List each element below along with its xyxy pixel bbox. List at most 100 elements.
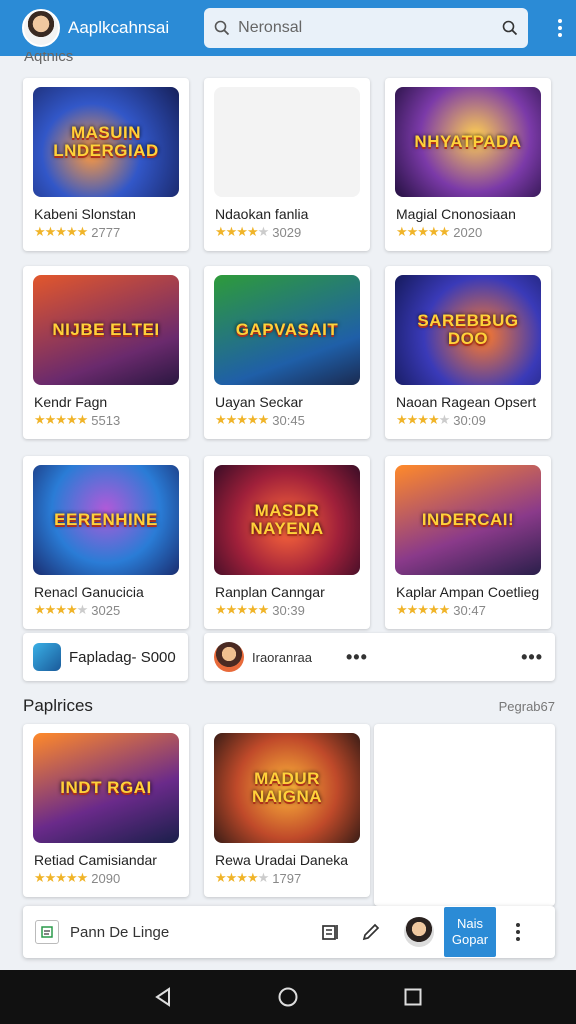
user-avatar-small[interactable] bbox=[404, 917, 434, 947]
thumbnail-title: EERENHINE bbox=[54, 510, 158, 530]
app-icon bbox=[33, 643, 61, 671]
more-options-icon[interactable]: ••• bbox=[346, 647, 368, 668]
app-bar: Aaplkcahnsai bbox=[0, 0, 576, 56]
rating-count: 2090 bbox=[91, 870, 121, 886]
game-name: Ndaokan fanlia bbox=[215, 206, 309, 222]
document-icon[interactable] bbox=[35, 920, 59, 944]
thumbnail-title: NHYATPADA bbox=[414, 132, 522, 152]
thumbnail-title: INDERCAI! bbox=[421, 510, 515, 530]
thumbnail-title: MASUIN LNDERGIAD bbox=[53, 123, 159, 160]
thumbnail-title: SAREBBUG DOO bbox=[417, 311, 519, 348]
thumbnail-title: NIJBE ELTEI bbox=[52, 320, 160, 340]
rating-count: 3029 bbox=[272, 224, 302, 240]
rating-row: ★★★★★ 30:09 bbox=[396, 412, 486, 428]
thumbnail-title: MADUR NAIGNA bbox=[251, 769, 323, 806]
section-title: Paplrices bbox=[23, 696, 93, 715]
rating-row: ★★★★★ 2020 bbox=[396, 224, 482, 240]
star-rating-icon: ★★★★★ bbox=[34, 412, 88, 427]
user-avatar[interactable] bbox=[22, 9, 60, 47]
recents-square-icon[interactable] bbox=[402, 986, 424, 1008]
rating-row: ★★★★★ 3025 bbox=[34, 602, 120, 618]
bottom-action-bar: Pann De Linge Nais Gopar bbox=[23, 906, 555, 958]
star-rating-icon: ★★★★★ bbox=[215, 602, 269, 617]
game-card[interactable]: MADUR NAIGNA Rewa Uradai Daneka ★★★★★ 1797 bbox=[204, 724, 370, 897]
rating-count: 5513 bbox=[91, 412, 121, 428]
featured-user-label: Iraoranraa bbox=[252, 649, 312, 665]
section-title-partial: Aqtnics bbox=[24, 52, 74, 65]
kebab-menu-icon[interactable] bbox=[552, 16, 568, 40]
search-bar[interactable] bbox=[204, 8, 529, 48]
thumbnail-title: MASDR NAYENA bbox=[250, 501, 324, 538]
rating-count: 2020 bbox=[453, 224, 483, 240]
bottom-kebab-menu-icon[interactable] bbox=[516, 923, 520, 941]
rating-row: ★★★★★ 30:47 bbox=[396, 602, 486, 618]
rating-count: 30:47 bbox=[453, 602, 486, 618]
rating-count: 30:39 bbox=[272, 602, 305, 618]
star-rating-icon: ★★★★★ bbox=[34, 870, 88, 885]
thumbnail-title: INDT RGAI bbox=[60, 778, 152, 798]
game-card[interactable]: INDT RGAI Retiad Camisiandar ★★★★★ 2090 bbox=[23, 724, 189, 897]
rating-row: ★★★★★ 5513 bbox=[34, 412, 120, 428]
game-thumbnail[interactable]: NIJBE ELTEI bbox=[33, 275, 179, 385]
edit-pencil-icon[interactable] bbox=[360, 921, 382, 943]
game-name: Kaplar Ampan Coetlieg bbox=[396, 584, 540, 600]
game-name: Kendr Fagn bbox=[34, 394, 108, 410]
game-card[interactable]: Ndaokan fanlia ★★★★★ 3029 bbox=[204, 78, 370, 251]
game-name: Magial Cnonosiaan bbox=[396, 206, 516, 222]
featured-strip-left[interactable]: Fapladag- S000 bbox=[23, 633, 188, 681]
search-submit-icon[interactable] bbox=[502, 20, 518, 36]
primary-action-button[interactable]: Nais Gopar bbox=[444, 907, 496, 957]
game-thumbnail[interactable]: NHYATPADA bbox=[395, 87, 541, 197]
rating-count: 2777 bbox=[91, 224, 121, 240]
game-thumbnail[interactable]: GAPVASAIT bbox=[214, 275, 360, 385]
game-thumbnail[interactable]: SAREBBUG DOO bbox=[395, 275, 541, 385]
rating-count: 1797 bbox=[272, 870, 302, 886]
game-thumbnail[interactable]: EERENHINE bbox=[33, 465, 179, 575]
game-name: Ranplan Canngar bbox=[215, 584, 325, 600]
rating-count: 3025 bbox=[91, 602, 121, 618]
rating-count: 30:45 bbox=[272, 412, 305, 428]
search-icon[interactable] bbox=[214, 20, 230, 36]
rating-row: ★★★★★ 1797 bbox=[215, 870, 301, 886]
rating-row: ★★★★★ 3029 bbox=[215, 224, 301, 240]
game-card[interactable]: EERENHINE Renacl Ganucicia ★★★★★ 3025 bbox=[23, 456, 189, 629]
game-card[interactable]: NHYATPADA Magial Cnonosiaan ★★★★★ 2020 bbox=[385, 78, 551, 251]
game-name: Rewa Uradai Daneka bbox=[215, 852, 349, 868]
game-card[interactable]: INDERCAI! Kaplar Ampan Coetlieg ★★★★★ 30:47 bbox=[385, 456, 551, 629]
bottom-bar-label: Pann De Linge bbox=[70, 923, 170, 941]
game-name: Naoan Ragean Opsert bbox=[396, 394, 537, 410]
featured-strip-right[interactable]: Iraoranraa ••• ••• bbox=[204, 633, 555, 681]
library-icon[interactable] bbox=[320, 921, 342, 943]
search-input[interactable] bbox=[238, 19, 503, 37]
avatar bbox=[214, 642, 244, 672]
game-thumbnail[interactable]: MASDR NAYENA bbox=[214, 465, 360, 575]
star-rating-icon: ★★★★★ bbox=[215, 224, 269, 239]
game-thumbnail[interactable]: INDERCAI! bbox=[395, 465, 541, 575]
star-rating-icon: ★★★★★ bbox=[215, 412, 269, 427]
game-card[interactable]: SAREBBUG DOO Naoan Ragean Opsert ★★★★★ 30:0… bbox=[385, 266, 551, 439]
star-rating-icon: ★★★★★ bbox=[396, 224, 450, 239]
game-card[interactable]: MASDR NAYENA Ranplan Canngar ★★★★★ 30:39 bbox=[204, 456, 370, 629]
empty-panel bbox=[374, 724, 555, 906]
system-nav-bar bbox=[0, 970, 576, 1024]
game-thumbnail[interactable]: MADUR NAIGNA bbox=[214, 733, 360, 843]
star-rating-icon: ★★★★★ bbox=[34, 602, 88, 617]
game-card[interactable]: GAPVASAIT Uayan Seckar ★★★★★ 30:45 bbox=[204, 266, 370, 439]
star-rating-icon: ★★★★★ bbox=[396, 602, 450, 617]
game-name: Uayan Seckar bbox=[215, 394, 303, 410]
game-card[interactable]: MASUIN LNDERGIAD Kabeni Slonstan ★★★★★ 2777 bbox=[23, 78, 189, 251]
home-circle-icon[interactable] bbox=[277, 986, 299, 1008]
rating-count: 30:09 bbox=[453, 412, 486, 428]
game-thumbnail[interactable] bbox=[214, 87, 360, 197]
game-thumbnail[interactable]: MASUIN LNDERGIAD bbox=[33, 87, 179, 197]
app-title: Aaplkcahnsai bbox=[68, 18, 170, 37]
back-triangle-icon[interactable] bbox=[152, 986, 174, 1008]
featured-label: Fapladag- S000 bbox=[69, 648, 176, 666]
game-card[interactable]: NIJBE ELTEI Kendr Fagn ★★★★★ 5513 bbox=[23, 266, 189, 439]
star-rating-icon: ★★★★★ bbox=[34, 224, 88, 239]
game-thumbnail[interactable]: INDT RGAI bbox=[33, 733, 179, 843]
star-rating-icon: ★★★★★ bbox=[396, 412, 450, 427]
section-link[interactable]: Pegrab67 bbox=[499, 699, 555, 714]
more-options-icon-right[interactable]: ••• bbox=[521, 647, 543, 668]
game-name: Retiad Camisiandar bbox=[34, 852, 157, 868]
